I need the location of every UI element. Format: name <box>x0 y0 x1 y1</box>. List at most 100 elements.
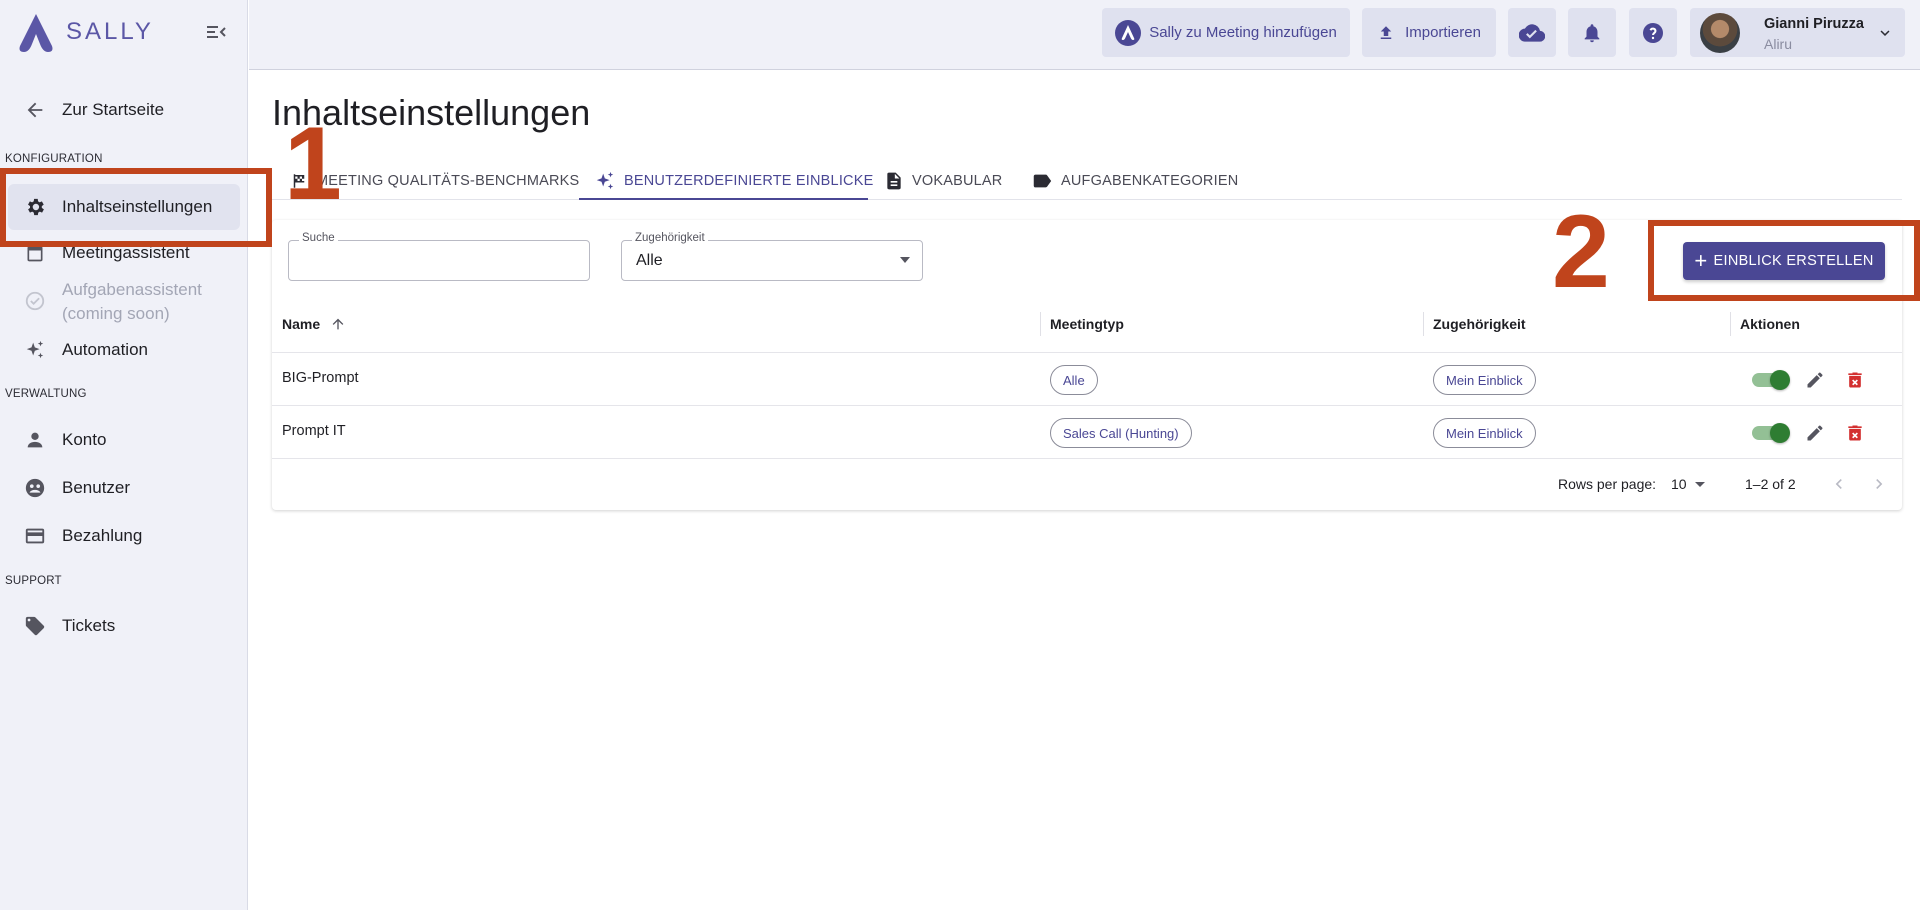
chevron-right-icon <box>1876 479 1883 489</box>
sidebar-item-tickets[interactable]: Tickets <box>8 611 240 641</box>
divider <box>272 405 1902 406</box>
column-separator <box>1423 312 1424 336</box>
delete-icon[interactable] <box>1843 421 1867 445</box>
divider <box>272 458 1902 459</box>
affiliation-select[interactable]: Zugehörigkeit Alle <box>621 232 923 281</box>
affiliation-chip: Mein Einblick <box>1433 365 1536 395</box>
cloud-check-icon <box>1519 23 1545 42</box>
enable-toggle[interactable] <box>1750 370 1790 390</box>
tag-icon <box>12 615 58 637</box>
tab-label: VOKABULAR <box>912 173 1003 189</box>
sidebar-item-label: Konto <box>62 430 107 449</box>
row-name: Prompt IT <box>282 423 346 439</box>
collapse-sidebar-button[interactable] <box>204 20 232 44</box>
column-separator <box>1730 312 1731 336</box>
sidebar-item-label: Automation <box>62 340 148 359</box>
search-input[interactable] <box>289 241 589 280</box>
sidebar-item-users[interactable]: Benutzer <box>8 473 240 503</box>
import-button[interactable]: Importieren <box>1362 8 1496 57</box>
arrow-left-icon <box>12 99 58 121</box>
sidebar-item-task-assistant: Aufgabenassistent (coming soon) <box>8 278 240 326</box>
enable-toggle[interactable] <box>1750 423 1790 443</box>
check-circle-icon <box>12 290 58 312</box>
back-label: Zur Startseite <box>62 100 165 119</box>
upload-icon <box>1380 25 1392 39</box>
column-header-label: Meetingtyp <box>1050 316 1124 332</box>
rows-per-page-value: 10 <box>1671 476 1687 492</box>
sidebar-item-label: Bezahlung <box>62 526 143 545</box>
next-page-button[interactable] <box>1867 472 1891 496</box>
edit-icon[interactable] <box>1803 368 1827 392</box>
annotation-highlight-1 <box>0 168 272 247</box>
sidebar-item-sublabel: (coming soon) <box>62 304 170 323</box>
annotation-highlight-2 <box>1648 220 1920 301</box>
affiliation-label: Zugehörigkeit <box>632 232 708 244</box>
tab-custom-insights[interactable]: BENUTZERDEFINIERTE EINBLICKE <box>594 162 873 200</box>
document-icon <box>884 171 904 191</box>
sally-logo-icon <box>19 14 53 52</box>
column-header-meeting-type[interactable]: Meetingtyp <box>1050 316 1124 332</box>
tab-vocabulary[interactable]: VOKABULAR <box>884 162 1002 200</box>
column-header-label: Aktionen <box>1740 316 1800 332</box>
sidebar: SALLY Zur Startseite KONFIGURATION Inhal… <box>0 0 248 910</box>
previous-page-button[interactable] <box>1827 472 1851 496</box>
meeting-type-chip: Sales Call (Hunting) <box>1050 418 1192 448</box>
sidebar-item-account[interactable]: Konto <box>8 425 240 455</box>
affiliation-value: Alle <box>636 252 663 269</box>
group-icon <box>12 477 58 499</box>
rows-per-page-label: Rows per page: <box>1558 476 1657 492</box>
sidebar-item-label: Tickets <box>62 616 116 635</box>
edit-icon[interactable] <box>1803 421 1827 445</box>
menu-collapse-icon <box>207 26 226 38</box>
sparkle-icon <box>594 170 616 192</box>
help-button[interactable] <box>1629 8 1677 57</box>
person-icon <box>12 429 58 451</box>
bell-icon <box>1584 23 1600 42</box>
divider <box>272 352 1902 353</box>
section-support: SUPPORT <box>5 575 62 587</box>
rows-per-page-select[interactable]: 10 <box>1671 474 1709 494</box>
back-to-home[interactable]: Zur Startseite <box>8 90 240 130</box>
credit-card-icon <box>12 525 58 547</box>
delete-icon[interactable] <box>1843 368 1867 392</box>
search-field[interactable]: Suche <box>288 232 590 281</box>
column-header-actions: Aktionen <box>1740 316 1800 332</box>
section-admin: VERWALTUNG <box>5 388 87 400</box>
user-menu[interactable]: Gianni Piruzza Aliru <box>1690 8 1905 57</box>
sparkle-icon <box>12 339 58 361</box>
add-sally-label: Sally zu Meeting hinzufügen <box>1149 24 1337 41</box>
arrow-up-icon <box>332 318 344 330</box>
row-name: BIG-Prompt <box>282 370 359 386</box>
avatar <box>1700 13 1740 53</box>
sidebar-item-automation[interactable]: Automation <box>8 335 240 365</box>
user-organization: Aliru <box>1764 36 1793 52</box>
section-config: KONFIGURATION <box>5 153 103 165</box>
user-name: Gianni Piruzza <box>1764 16 1864 32</box>
tab-label: MEETING QUALITÄTS-BENCHMARKS <box>316 173 580 189</box>
notifications-button[interactable] <box>1568 8 1616 57</box>
caret-down-icon <box>1694 481 1705 487</box>
annotation-number-2: 2 <box>1552 194 1610 310</box>
label-icon <box>1031 170 1053 192</box>
column-header-label: Zugehörigkeit <box>1433 316 1526 332</box>
tab-task-categories[interactable]: AUFGABENKATEGORIEN <box>1031 162 1238 200</box>
affiliation-chip: Mein Einblick <box>1433 418 1536 448</box>
column-header-label: Name <box>282 316 321 332</box>
help-icon <box>1643 22 1663 43</box>
annotation-number-1: 1 <box>284 106 342 222</box>
add-sally-to-meeting-button[interactable]: Sally zu Meeting hinzufügen <box>1102 8 1350 57</box>
logo-text: SALLY <box>66 18 154 45</box>
sally-logo[interactable]: SALLY <box>16 12 154 52</box>
sidebar-item-billing[interactable]: Bezahlung <box>8 521 240 551</box>
chevron-down-icon <box>1880 30 1890 36</box>
tab-label: BENUTZERDEFINIERTE EINBLICKE <box>624 173 874 189</box>
sidebar-item-label: Benutzer <box>62 478 131 497</box>
active-tab-indicator <box>579 198 868 200</box>
column-separator <box>1040 312 1041 336</box>
column-header-name[interactable]: Name <box>282 316 346 332</box>
tab-label: AUFGABENKATEGORIEN <box>1061 173 1239 189</box>
column-header-affiliation[interactable]: Zugehörigkeit <box>1433 316 1526 332</box>
import-label: Importieren <box>1405 24 1481 41</box>
cloud-sync-button[interactable] <box>1508 8 1556 57</box>
page-range: 1–2 of 2 <box>1745 476 1796 492</box>
